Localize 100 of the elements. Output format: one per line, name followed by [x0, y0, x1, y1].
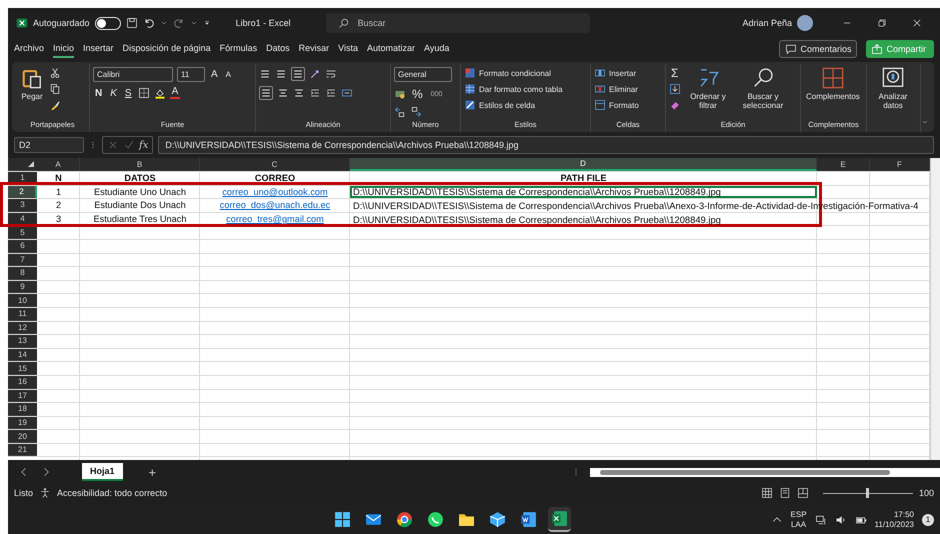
column-header[interactable]: A — [37, 158, 80, 171]
save-icon[interactable] — [126, 17, 138, 29]
caret-icon[interactable] — [190, 19, 198, 27]
ribbon-command[interactable]: Formato condicional — [464, 67, 552, 79]
align-middle-icon[interactable] — [275, 68, 287, 80]
search-field[interactable]: Buscar — [356, 17, 510, 29]
ribbon-tab[interactable]: Insertar — [83, 40, 114, 58]
restore-icon[interactable] — [877, 18, 887, 28]
avatar[interactable] — [797, 15, 813, 31]
email-link[interactable]: correo_uno@outlook.com — [222, 186, 328, 197]
volume-icon[interactable] — [834, 514, 847, 526]
close-icon[interactable] — [912, 18, 922, 28]
sort-filter-button[interactable]: Ordenar y filtrar — [685, 67, 731, 110]
ribbon-tab[interactable]: Ayuda — [424, 40, 450, 58]
autosum-button[interactable]: Σ — [669, 67, 680, 79]
scissors-icon[interactable] — [49, 67, 61, 79]
ribbon-tab[interactable]: Disposición de página — [122, 40, 211, 58]
zoom-level[interactable]: 100 — [918, 488, 934, 498]
enter-icon[interactable] — [123, 139, 135, 151]
page-layout-icon[interactable] — [778, 487, 791, 499]
align-right-icon[interactable] — [293, 87, 305, 99]
email-link[interactable]: correo_dos@unach.edu.ec — [220, 200, 330, 210]
row-header[interactable]: 11 — [8, 308, 37, 321]
add-sheet-button[interactable]: + — [142, 464, 162, 480]
grow-font-button[interactable]: A — [209, 69, 220, 80]
paste-button[interactable]: Pegar — [19, 67, 45, 102]
horizontal-scrollbar[interactable] — [590, 468, 940, 476]
copy-icon[interactable] — [49, 83, 61, 95]
analyze-data-button[interactable]: Analizar datos — [870, 67, 916, 110]
ribbon-tab[interactable]: Archivo — [14, 40, 44, 58]
expand-icon[interactable] — [921, 118, 929, 126]
ribbon-command[interactable]: Formato — [594, 99, 639, 111]
increase-decimal-icon[interactable] — [394, 106, 406, 118]
font-color-button[interactable]: A — [170, 87, 180, 99]
row-header[interactable]: 16 — [8, 376, 37, 388]
ribbon-tab[interactable]: Inicio — [53, 40, 74, 58]
row-header[interactable]: 9 — [8, 280, 37, 294]
wrap-text-icon[interactable] — [325, 68, 337, 80]
customize-toolbar-icon[interactable] — [202, 19, 211, 27]
merge-icon[interactable] — [341, 87, 353, 99]
row-header[interactable]: 13 — [8, 335, 37, 348]
insert-function-button[interactable]: fx — [139, 140, 148, 150]
spreadsheet-app-icon[interactable] — [548, 507, 571, 532]
row-header[interactable]: 7 — [8, 254, 37, 266]
ribbon-command[interactable]: Insertar — [594, 67, 636, 79]
row-header[interactable]: 3 — [8, 199, 37, 212]
keyboard-layout[interactable]: LAA — [790, 520, 806, 530]
ribbon-tab[interactable]: Revisar — [298, 40, 330, 58]
percent-button[interactable]: % — [410, 87, 425, 101]
decrease-decimal-icon[interactable] — [410, 106, 422, 118]
row-header[interactable]: 2 — [8, 186, 37, 198]
fill-color-icon[interactable] — [154, 87, 166, 99]
row-header[interactable]: 12 — [8, 322, 37, 334]
column-header[interactable]: B — [80, 158, 200, 171]
ribbon-command[interactable]: Estilos de celda — [464, 99, 536, 111]
find-select-button[interactable]: Buscar y seleccionar — [735, 67, 791, 110]
sheet-tab[interactable]: Hoja1 — [82, 463, 123, 481]
decrease-indent-icon[interactable] — [309, 87, 321, 99]
ribbon-tab[interactable]: Fórmulas — [220, 40, 258, 58]
row-header[interactable]: 17 — [8, 390, 37, 402]
bold-button[interactable]: N — [93, 88, 104, 98]
increase-indent-icon[interactable] — [325, 87, 337, 99]
ribbon-tab[interactable]: Automatizar — [367, 40, 416, 58]
ribbon-command[interactable]: Eliminar — [594, 83, 638, 95]
caret-icon[interactable] — [160, 19, 168, 27]
format-painter-icon[interactable] — [49, 99, 61, 111]
email-link[interactable]: correo_tres@gmail.com — [226, 214, 324, 224]
name-box[interactable]: D2 — [14, 137, 84, 153]
comments-button[interactable]: Comentarios — [779, 40, 858, 58]
eraser-icon[interactable] — [669, 99, 681, 111]
align-left-icon[interactable] — [259, 86, 273, 100]
number-format-dropdown[interactable]: General — [394, 67, 452, 82]
clock-date[interactable]: 11/10/2023 — [874, 520, 914, 530]
ribbon-tab[interactable]: Vista — [338, 40, 358, 58]
row-header[interactable]: 20 — [8, 430, 37, 443]
zoom-slider[interactable] — [866, 488, 870, 498]
row-header[interactable]: 8 — [8, 267, 37, 280]
borders-icon[interactable] — [138, 87, 150, 99]
column-header[interactable]: D — [350, 158, 817, 171]
cancel-icon[interactable] — [107, 139, 119, 151]
row-header[interactable]: 6 — [8, 240, 37, 253]
normal-view-icon[interactable] — [760, 487, 773, 499]
italic-button[interactable]: K — [108, 88, 119, 98]
orientation-icon[interactable] — [309, 68, 321, 80]
row-header[interactable]: 18 — [8, 403, 37, 416]
undo-icon[interactable] — [142, 17, 155, 29]
redo-icon[interactable] — [172, 17, 185, 29]
row-header[interactable]: 15 — [8, 362, 37, 375]
font-dropdown[interactable]: Calibri — [93, 67, 173, 82]
formula-field[interactable]: D:\\UNIVERSIDAD\\TESIS\\Sistema de Correspondencia\\Archivos Prueba\\1208849.jpg — [158, 136, 934, 154]
network-icon[interactable] — [814, 514, 827, 526]
column-header[interactable]: E — [817, 158, 870, 171]
underline-button[interactable]: S — [122, 88, 134, 98]
vertical-scrollbar[interactable] — [930, 158, 940, 460]
shrink-font-button[interactable]: A — [224, 70, 234, 79]
column-header[interactable]: C — [200, 158, 350, 171]
fill-down-icon[interactable] — [669, 83, 681, 95]
select-all-icon[interactable] — [27, 160, 35, 168]
accessibility-status[interactable]: Accesibilidad: todo correcto — [57, 488, 168, 498]
align-center-icon[interactable] — [277, 87, 289, 99]
